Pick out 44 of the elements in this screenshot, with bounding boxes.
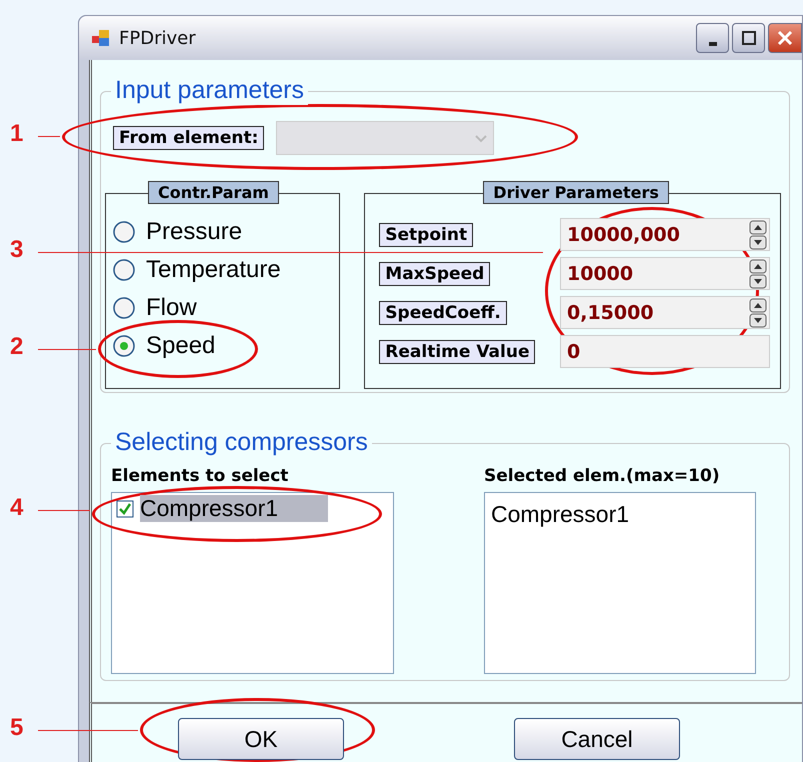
close-icon (777, 30, 793, 46)
field-label: Realtime Value (379, 340, 536, 364)
radio-label: Flow (146, 294, 197, 322)
field-label: MaxSpeed (379, 262, 490, 286)
radio-label: Pressure (146, 218, 242, 246)
close-button[interactable] (768, 23, 802, 53)
annotation-number: 5 (10, 714, 24, 742)
field-label: SpeedCoeff. (379, 300, 507, 324)
annotation-number: 1 (10, 120, 24, 148)
radio-label: Speed (146, 332, 216, 360)
spin-arrows-icon (749, 258, 767, 288)
radio-button[interactable] (112, 220, 136, 244)
spin-box[interactable]: 10000 (560, 257, 770, 290)
field-label: From element: (113, 126, 264, 150)
window-title: FPDriver (119, 28, 197, 48)
list-heading: Selected elem.(max=10) (484, 466, 721, 486)
checkbox[interactable] (116, 500, 134, 518)
annotation-number: 4 (10, 494, 24, 522)
field-label: Setpoint (379, 222, 474, 246)
list-heading: Elements to select (111, 466, 290, 486)
radio-button[interactable] (112, 334, 136, 358)
ok-button[interactable]: OK (178, 718, 344, 760)
leader-line (38, 136, 60, 137)
app-icon (91, 29, 111, 47)
spin-box[interactable]: 0,15000 (560, 296, 770, 329)
annotation-number: 3 (10, 236, 24, 264)
group-title: Driver Parameters (483, 181, 669, 204)
leader-line (38, 510, 90, 511)
spin-box[interactable]: 10000,000 (560, 218, 770, 251)
list-item[interactable]: Compressor1 (485, 493, 755, 536)
radio-button[interactable] (112, 258, 136, 282)
minimize-button[interactable] (696, 23, 729, 53)
radio-label: Temperature (146, 256, 281, 284)
spin-arrows-icon (749, 298, 767, 328)
cancel-button[interactable]: Cancel (514, 718, 680, 760)
group-title: Contr.Param (148, 181, 279, 204)
radio-button[interactable] (112, 296, 136, 320)
leader-line (38, 349, 96, 350)
minimize-icon (708, 42, 716, 46)
annotation-number: 2 (10, 333, 24, 361)
maximize-icon (740, 30, 756, 46)
value-field[interactable]: 0 (560, 335, 770, 368)
spin-arrows-icon (749, 220, 767, 250)
maximize-button[interactable] (732, 23, 765, 53)
